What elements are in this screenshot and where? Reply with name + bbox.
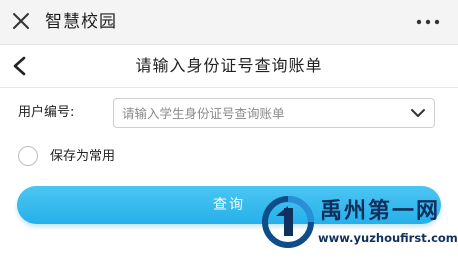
- app-title: 智慧校园: [45, 12, 117, 32]
- watermark: 禹州第一网 www.yuzhoufirst.com: [262, 196, 458, 258]
- save-as-common-label: 保存为常用: [50, 149, 116, 164]
- user-id-row: 用户编号: 请输入学生身份证号查询账单: [0, 96, 458, 132]
- watermark-title: 禹州第一网: [320, 199, 441, 224]
- save-as-common-radio[interactable]: [18, 146, 38, 166]
- app-screen: 智慧校园 请输入身份证号查询账单 用户编号: 请输入学生身份证号查询账单 保存为…: [0, 0, 458, 261]
- user-id-select[interactable]: 请输入学生身份证号查询账单: [113, 98, 435, 128]
- save-as-common-option[interactable]: 保存为常用: [0, 144, 200, 170]
- chevron-down-icon[interactable]: [410, 108, 426, 118]
- watermark-logo-icon: [262, 196, 314, 248]
- page-title: 请输入身份证号查询账单: [135, 56, 323, 75]
- watermark-url: www.yuzhoufirst.com: [318, 231, 458, 245]
- app-top-bar: 智慧校园: [0, 0, 458, 45]
- page-header: 请输入身份证号查询账单: [0, 45, 458, 88]
- user-id-label: 用户编号:: [18, 105, 75, 120]
- more-horizontal-icon[interactable]: [416, 18, 440, 26]
- close-icon[interactable]: [10, 10, 32, 32]
- user-id-placeholder: 请输入学生身份证号查询账单: [122, 106, 285, 121]
